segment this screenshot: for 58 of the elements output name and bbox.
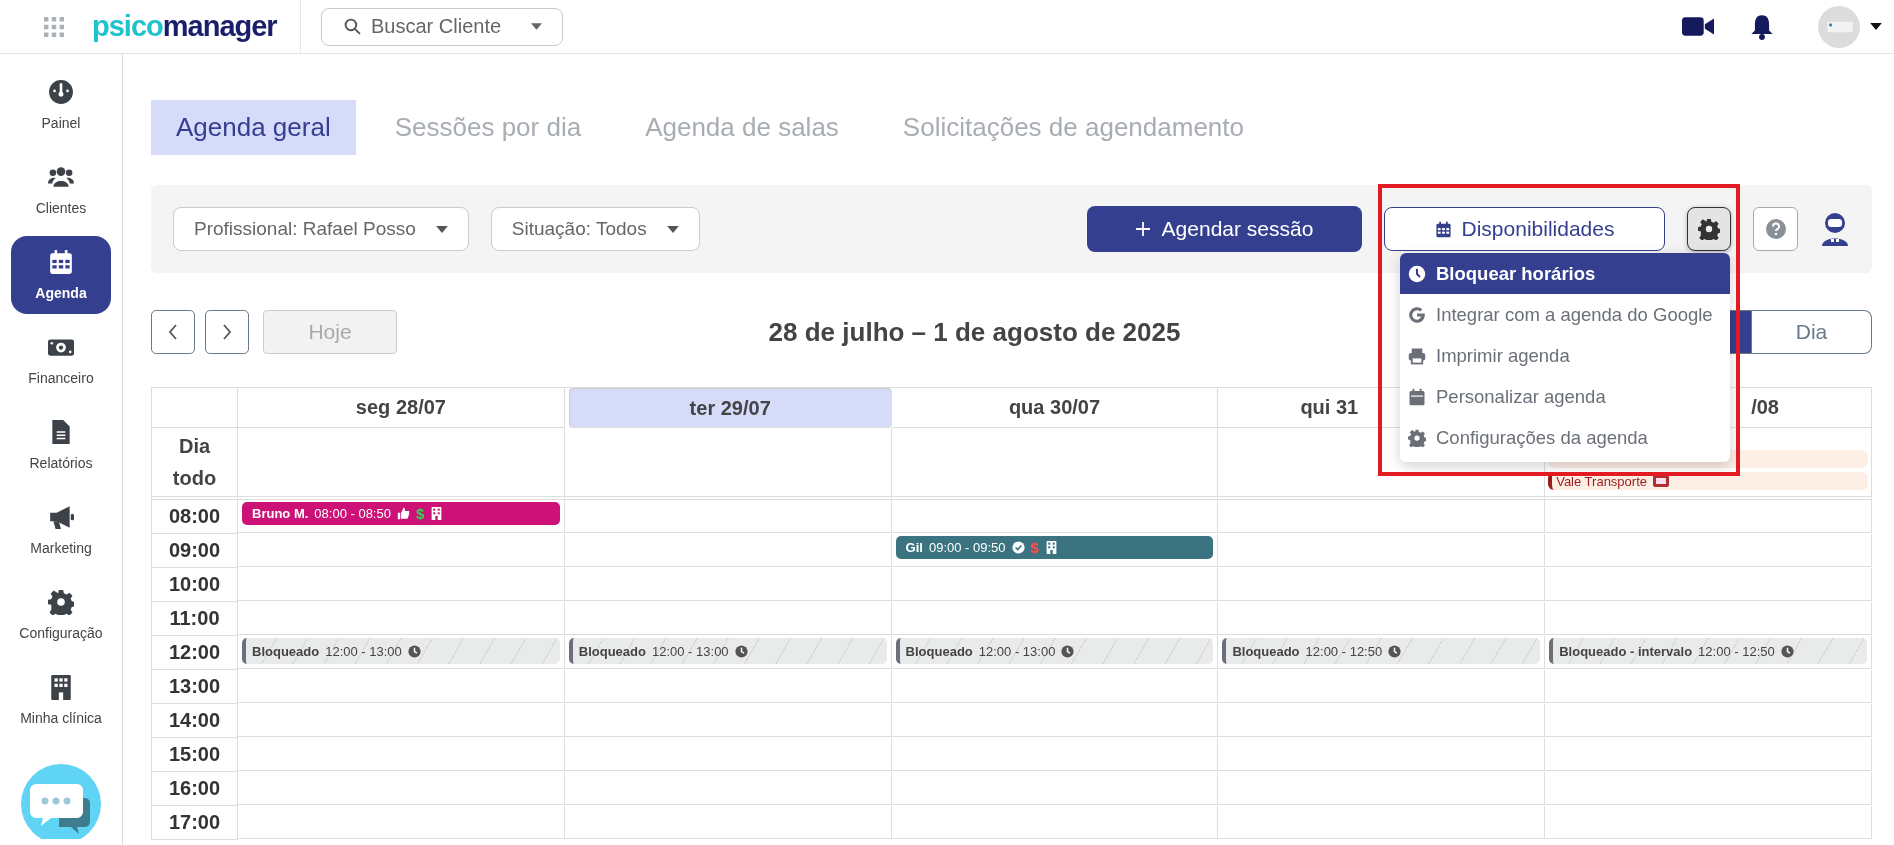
- event-title: Bloqueado: [905, 643, 973, 659]
- event-title: Bloqueado: [578, 643, 646, 659]
- menu-item[interactable]: Integrar com a agenda do Google: [1400, 294, 1730, 335]
- search-box[interactable]: Buscar Cliente: [321, 7, 563, 46]
- all-day-label: Dia todo: [152, 428, 238, 500]
- logo[interactable]: psicomanager: [92, 10, 277, 43]
- hour-label: 17:00: [152, 806, 238, 840]
- filter-dropdown[interactable]: Profissional: Rafael Posso: [173, 207, 469, 251]
- hour-label: 11:00: [152, 602, 238, 636]
- sidebar-item[interactable]: Financeiro: [11, 321, 111, 399]
- hour-label: 12:00: [152, 636, 238, 670]
- sidebar-item[interactable]: Painel: [11, 66, 111, 144]
- sidebar-item[interactable]: Clientes: [11, 151, 111, 229]
- availability-button[interactable]: Disponibilidades: [1384, 207, 1665, 251]
- new-session-button[interactable]: Agendar sessão: [1087, 206, 1362, 252]
- hour-label: 14:00: [152, 704, 238, 738]
- event-time: 12:00 - 13:00: [325, 643, 402, 659]
- hour-label: 15:00: [152, 738, 238, 772]
- view-toggle[interactable]: Dia: [1752, 310, 1872, 354]
- search-field[interactable]: Buscar Cliente: [371, 15, 521, 38]
- event-time: 12:00 - 12:50: [1698, 643, 1775, 659]
- event-client: Gil: [905, 540, 923, 555]
- day-header: qua 30/07: [891, 388, 1219, 428]
- tab[interactable]: Agenda geral: [151, 100, 356, 155]
- hour-label: 16:00: [152, 772, 238, 806]
- menu-item[interactable]: Configurações da agenda: [1400, 417, 1730, 458]
- event-time: 12:00 - 13:00: [651, 643, 729, 659]
- event-time: 12:00 - 13:00: [978, 643, 1056, 659]
- event-time: 09:00 - 09:50: [928, 540, 1006, 555]
- sidebar-item[interactable]: Relatórios: [11, 406, 111, 484]
- filter-dropdown[interactable]: Situação: Todos: [490, 207, 700, 251]
- event-time: 12:00 - 12:50: [1305, 643, 1383, 659]
- week-title: 28 de julho – 1 de agosto de 2025: [768, 316, 1181, 348]
- sidebar-item[interactable]: Configuração: [11, 576, 111, 654]
- menu-item[interactable]: Bloquear horários: [1400, 253, 1730, 294]
- event-title: Bloqueado - intervalo: [1559, 643, 1693, 659]
- day-header: ter 29/07: [568, 388, 892, 428]
- hour-label: 13:00: [152, 670, 238, 704]
- event-title: Bloqueado: [1232, 643, 1300, 659]
- event-title: Vale Transporte: [1556, 473, 1647, 489]
- hour-label: 08:00: [152, 500, 238, 534]
- menu-item[interactable]: Personalizar agenda: [1400, 376, 1730, 417]
- sidebar-item[interactable]: Marketing: [11, 491, 111, 569]
- sidebar-item[interactable]: Agenda: [11, 236, 111, 314]
- payment-sign: $: [415, 505, 425, 522]
- hour-label: 10:00: [152, 568, 238, 602]
- session-event[interactable]: Gil 09:00 - 09:50 $: [895, 536, 1214, 559]
- session-event[interactable]: Bruno M. 08:00 - 08:50 $: [242, 502, 560, 525]
- calendar-cell[interactable]: Bruno M. 08:00 - 08:50 $: [238, 500, 565, 533]
- calendar-cell[interactable]: Gil 09:00 - 09:50 $: [891, 534, 1219, 567]
- event-time: 08:00 - 08:50: [314, 506, 391, 521]
- day-header: seg 28/07: [238, 388, 565, 428]
- event-client: Bruno M.: [252, 506, 309, 521]
- sidebar-item[interactable]: Minha clínica: [11, 661, 111, 739]
- menu-item[interactable]: Imprimir agenda: [1400, 335, 1730, 376]
- payment-sign: $: [1030, 539, 1039, 556]
- hour-label: 09:00: [152, 534, 238, 568]
- event-title: Bloqueado: [252, 643, 320, 659]
